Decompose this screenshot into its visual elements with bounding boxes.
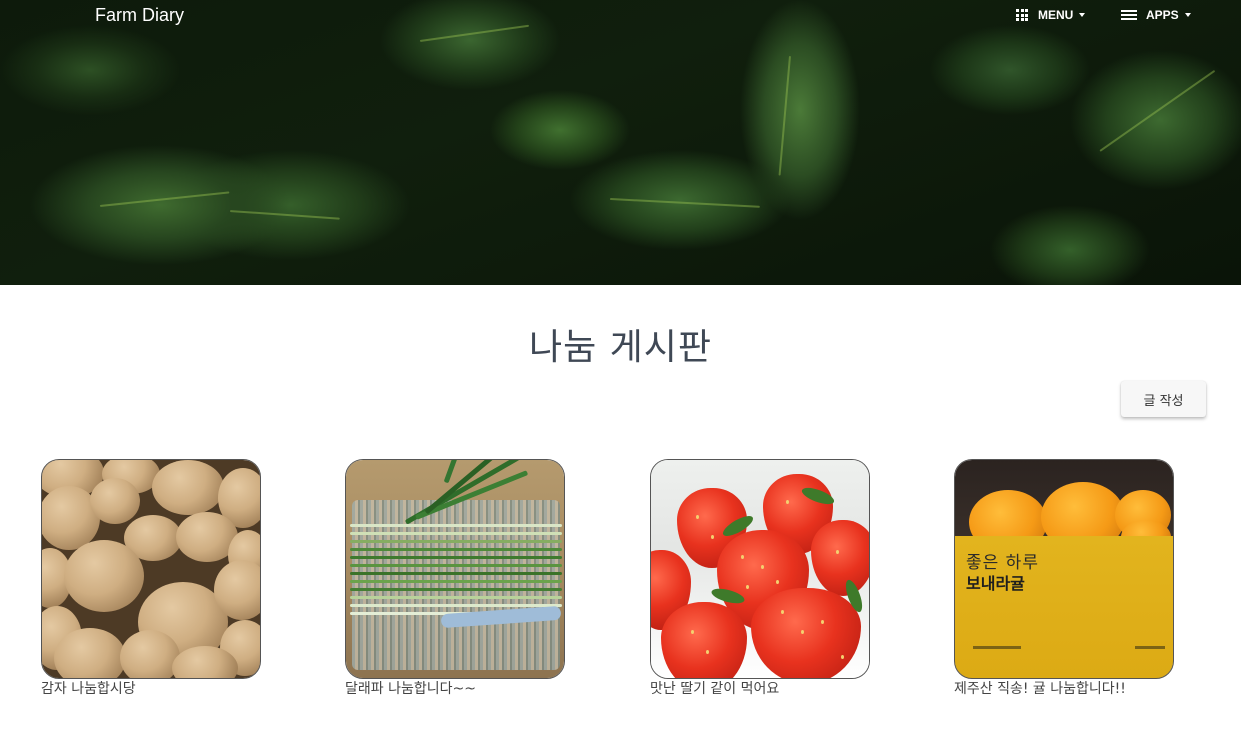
post-title[interactable]: 달래파 나눔합니다~~: [345, 680, 566, 698]
caret-down-icon: [1079, 13, 1086, 17]
post-card[interactable]: 달래파 나눔합니다~~: [345, 459, 566, 698]
post-thumbnail[interactable]: [41, 459, 261, 679]
post-title[interactable]: 맛난 딸기 같이 먹어요: [650, 680, 871, 698]
leaf-vein: [99, 191, 230, 207]
post-title[interactable]: 제주산 직송! 귤 나눔합니다!!: [954, 680, 1175, 698]
leaf-vein: [778, 55, 791, 176]
leaf-vein: [609, 198, 760, 208]
box-text: 보내라귤: [966, 574, 1025, 593]
menu-label: MENU: [1038, 8, 1074, 22]
post-card[interactable]: 좋은 하루 보내라귤 제주산 직송! 귤 나눔합니다!!: [954, 459, 1175, 698]
apps-dropdown[interactable]: APPS: [1121, 5, 1191, 25]
post-card[interactable]: 감자 나눔합시당: [41, 459, 262, 698]
post-thumbnail[interactable]: [650, 459, 870, 679]
post-card[interactable]: 맛난 딸기 같이 먹어요: [650, 459, 871, 698]
leaf-vein: [229, 210, 340, 220]
brand-logo[interactable]: Farm Diary: [95, 4, 184, 26]
leaf-vein: [419, 24, 530, 42]
tangerine-box: 좋은 하루 보내라귤: [955, 536, 1173, 678]
apps-label: APPS: [1146, 8, 1179, 22]
post-title[interactable]: 감자 나눔합시당: [41, 680, 262, 698]
post-thumbnail[interactable]: 좋은 하루 보내라귤: [954, 459, 1174, 679]
page-title: 나눔 게시판: [528, 327, 713, 368]
list-icon: [1121, 10, 1137, 20]
hero-banner: Farm Diary MENU APPS: [0, 0, 1241, 285]
menu-dropdown[interactable]: MENU: [1016, 5, 1086, 25]
write-post-button[interactable]: 글 작성: [1121, 381, 1206, 417]
caret-down-icon: [1184, 13, 1191, 17]
grid-icon: [1016, 9, 1028, 21]
leaf-vein: [1099, 69, 1216, 152]
post-thumbnail[interactable]: [345, 459, 565, 679]
